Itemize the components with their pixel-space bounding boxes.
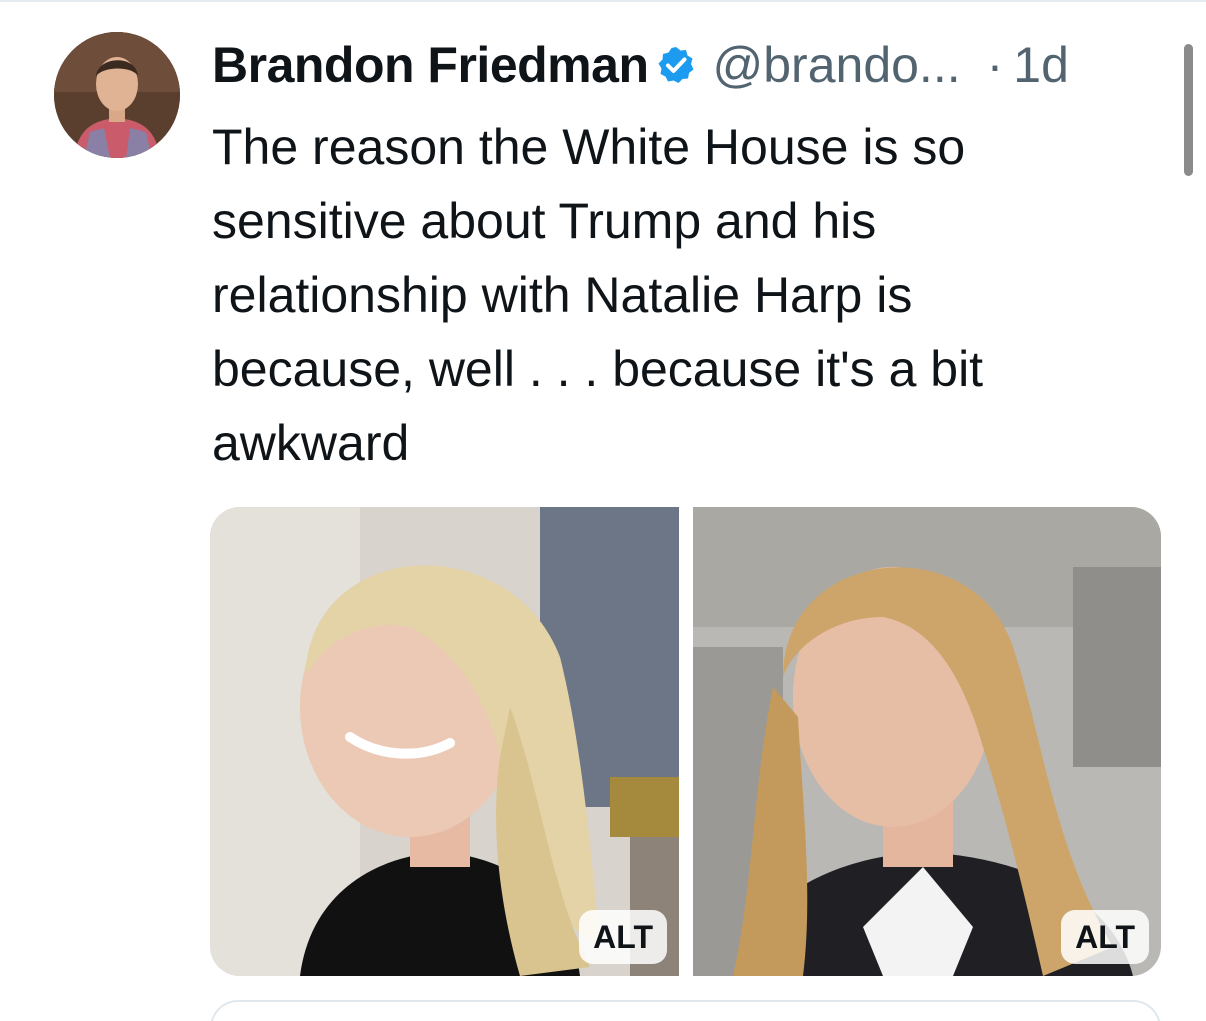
tweet-text-line: relationship with Natalie Harp is	[212, 267, 913, 323]
tweet-header: Brandon Friedman @brando... · 1d	[212, 30, 1172, 100]
tweet-text-line: sensitive about Trump and his	[212, 193, 877, 249]
avatar-image	[54, 32, 180, 158]
author-handle[interactable]: @brando...	[712, 36, 960, 94]
tweet-timestamp[interactable]: 1d	[1013, 36, 1069, 94]
avatar[interactable]	[54, 32, 180, 158]
author-display-name[interactable]: Brandon Friedman	[212, 36, 649, 94]
tweet-text-line: because, well . . . because it's a bit	[212, 341, 984, 397]
tweet-text-line: The reason the White House is so	[212, 119, 966, 175]
header-separator: ·	[986, 37, 1004, 93]
photo-woman-smiling	[210, 507, 679, 976]
tweet-text: The reason the White House is so sensiti…	[212, 110, 1152, 480]
alt-text-button[interactable]: ALT	[579, 910, 667, 964]
media-photo-2[interactable]: ALT	[693, 507, 1161, 976]
tweet-media-grid: ALT ALT	[210, 507, 1161, 976]
tweet-text-line: awkward	[212, 415, 410, 471]
verified-badge-icon	[658, 47, 694, 83]
media-photo-1[interactable]: ALT	[210, 507, 679, 976]
next-card-edge	[210, 1000, 1161, 1021]
alt-text-button[interactable]: ALT	[1061, 910, 1149, 964]
top-divider	[0, 0, 1206, 2]
photo-woman-profile	[693, 507, 1161, 976]
scrollbar-thumb[interactable]	[1184, 44, 1193, 176]
